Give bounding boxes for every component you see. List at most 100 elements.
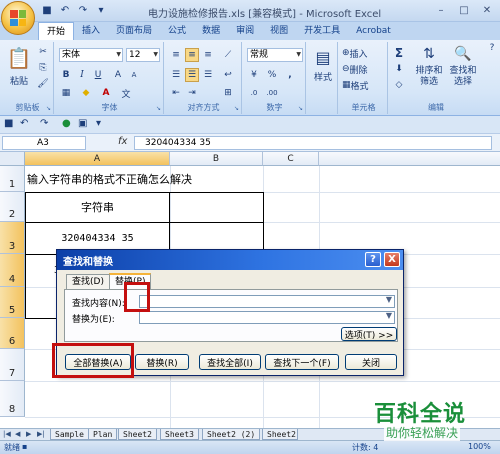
customize-icon[interactable]: ▾	[96, 118, 101, 129]
help-icon[interactable]: ?	[486, 42, 498, 54]
delete-cells-button[interactable]: ⊖ 删除	[342, 62, 368, 76]
dialog-close-button[interactable]: X	[384, 252, 400, 267]
merge-center-icon[interactable]: ⊞	[221, 86, 235, 100]
sort-filter-icon[interactable]: ⇅	[414, 44, 444, 64]
wrap-text-icon[interactable]: ↩	[221, 68, 235, 82]
styles-button[interactable]: 样式	[310, 70, 336, 83]
sort-filter-button[interactable]: 排序和 筛选	[412, 65, 446, 89]
launcher-icon[interactable]: ↘	[234, 105, 239, 112]
row-header-2[interactable]: 2	[0, 192, 25, 222]
copy-icon[interactable]: ⎘	[36, 61, 50, 75]
find-select-button[interactable]: 查找和 选择	[446, 65, 480, 89]
row-header-1[interactable]: 1	[0, 166, 25, 192]
phonetic-icon[interactable]: 文	[119, 86, 133, 100]
refresh-icon[interactable]: ●	[62, 118, 71, 129]
first-sheet-icon[interactable]: |◀	[3, 430, 11, 438]
launcher-icon[interactable]: ↘	[46, 105, 51, 112]
cut-icon[interactable]: ✂	[36, 45, 50, 59]
tab-replace[interactable]: 替换(P)	[109, 273, 152, 290]
tab-insert[interactable]: 插入	[74, 22, 108, 40]
find-what-input[interactable]: ▼	[139, 295, 395, 308]
font-color-icon[interactable]: A	[99, 86, 113, 100]
find-next-button[interactable]: 查找下一个(F)	[265, 354, 339, 370]
redo-icon[interactable]: ↷	[40, 118, 48, 129]
replace-with-input[interactable]: ▼	[139, 311, 395, 324]
save-icon[interactable]: ■	[4, 118, 13, 129]
column-header-b[interactable]: B	[170, 152, 263, 166]
sheet-tab-sheet2-b[interactable]: Sheet2	[262, 429, 298, 440]
align-middle-icon[interactable]: ≡	[185, 48, 199, 62]
cell-a1[interactable]: 输入字符串的格式不正确怎么解决	[27, 166, 192, 192]
tab-find[interactable]: 查找(D)	[66, 274, 110, 289]
paste-icon[interactable]: 📋	[6, 44, 32, 72]
launcher-icon[interactable]: ↘	[298, 105, 303, 112]
print-preview-icon[interactable]: ▣	[78, 118, 87, 129]
dialog-help-button[interactable]: ?	[365, 252, 381, 267]
row-header-4[interactable]: 4	[0, 254, 25, 287]
sheet-tab-plan[interactable]: Plan	[88, 429, 118, 440]
align-bottom-icon[interactable]: ≡	[201, 48, 215, 62]
sheet-tab-sheet2[interactable]: Sheet2	[118, 429, 157, 440]
name-box[interactable]: A3	[2, 136, 86, 150]
sheet-tab-sheet2-2[interactable]: Sheet2 (2)	[202, 429, 261, 440]
decrease-decimal-icon[interactable]: .00	[265, 86, 279, 100]
paste-button[interactable]: 粘贴	[6, 74, 32, 87]
column-header-c[interactable]: C	[263, 152, 319, 166]
row-header-3[interactable]: 3	[0, 222, 25, 254]
italic-button[interactable]: I	[75, 68, 89, 82]
shrink-font-icon[interactable]: A	[127, 68, 141, 82]
tab-review[interactable]: 审阅	[228, 22, 262, 40]
find-select-icon[interactable]: 🔍	[448, 44, 478, 64]
font-name-select[interactable]: 宋体 ▼	[59, 48, 123, 62]
styles-icon[interactable]: ▤	[310, 46, 336, 68]
last-sheet-icon[interactable]: ▶|	[37, 430, 45, 438]
font-size-select[interactable]: 12 ▼	[126, 48, 160, 62]
tab-developer[interactable]: 开发工具	[296, 22, 348, 40]
align-top-icon[interactable]: ≡	[169, 48, 183, 62]
undo-icon[interactable]: ↶	[20, 118, 28, 129]
formula-input[interactable]: 320404334 35	[134, 136, 492, 150]
row-header-5[interactable]: 5	[0, 287, 25, 318]
tab-home[interactable]: 开始	[38, 22, 75, 40]
column-header-a[interactable]: A	[25, 152, 170, 166]
underline-button[interactable]: U	[91, 68, 105, 82]
increase-decimal-icon[interactable]: .0	[247, 86, 261, 100]
comma-icon[interactable]: ,	[283, 68, 297, 82]
decrease-indent-icon[interactable]: ⇤	[169, 86, 183, 100]
chevron-down-icon[interactable]: ▼	[386, 295, 392, 304]
redo-icon[interactable]: ↷	[76, 3, 90, 17]
tab-formulas[interactable]: 公式	[160, 22, 194, 40]
fill-color-icon[interactable]: ◆	[79, 86, 93, 100]
align-right-icon[interactable]: ☰	[201, 68, 215, 82]
row-header-7[interactable]: 7	[0, 349, 25, 381]
bold-button[interactable]: B	[59, 68, 73, 82]
tab-acrobat[interactable]: Acrobat	[348, 22, 399, 40]
row-header-6[interactable]: 6	[0, 318, 25, 349]
tab-data[interactable]: 数据	[194, 22, 228, 40]
prev-sheet-icon[interactable]: ◀	[15, 430, 20, 438]
align-left-icon[interactable]: ☰	[169, 68, 183, 82]
number-format-select[interactable]: 常规 ▼	[247, 48, 303, 62]
chevron-down-icon[interactable]: ▼	[386, 311, 392, 320]
format-cells-button[interactable]: ▦ 格式	[342, 78, 369, 92]
orientation-icon[interactable]: ⟋	[221, 48, 235, 62]
autosum-button[interactable]: Σ	[392, 46, 406, 60]
dropdown-icon[interactable]: ▾	[94, 3, 108, 17]
save-icon[interactable]: ■	[40, 3, 54, 17]
clear-icon[interactable]: ◇	[392, 78, 406, 92]
increase-indent-icon[interactable]: ⇥	[185, 86, 199, 100]
sheet-tab-sheet3[interactable]: Sheet3	[160, 429, 199, 440]
macro-record-icon[interactable]: ▪	[22, 442, 27, 451]
minimize-icon[interactable]: –	[430, 2, 452, 18]
insert-cells-button[interactable]: ⊕ 插入	[342, 46, 368, 60]
cell-a2[interactable]: 字符串	[25, 192, 170, 222]
row-header-8[interactable]: 8	[0, 381, 25, 417]
next-sheet-icon[interactable]: ▶	[26, 430, 31, 438]
tab-view[interactable]: 视图	[262, 22, 296, 40]
launcher-icon[interactable]: ↘	[156, 105, 161, 112]
maximize-icon[interactable]: □	[453, 2, 475, 18]
grow-font-icon[interactable]: A	[111, 68, 125, 82]
format-painter-icon[interactable]: 🖌	[36, 77, 50, 91]
zoom-level[interactable]: 100%	[468, 442, 491, 451]
percent-icon[interactable]: %	[265, 68, 279, 82]
